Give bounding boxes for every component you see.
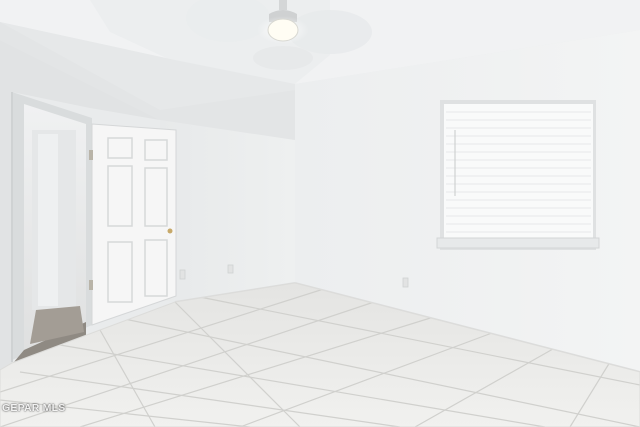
wall-outlet [402, 277, 409, 288]
room-illustration [0, 0, 640, 427]
door-knob[interactable] [167, 228, 173, 234]
wall-outlet [179, 269, 186, 280]
wall-outlet [227, 264, 234, 274]
window-blind [436, 100, 600, 250]
door[interactable] [89, 123, 177, 326]
hallway-doorway [11, 92, 92, 362]
watermark-text: GEPAR MLS [2, 402, 66, 414]
empty-bedroom-photo: GEPAR MLS [0, 0, 640, 427]
